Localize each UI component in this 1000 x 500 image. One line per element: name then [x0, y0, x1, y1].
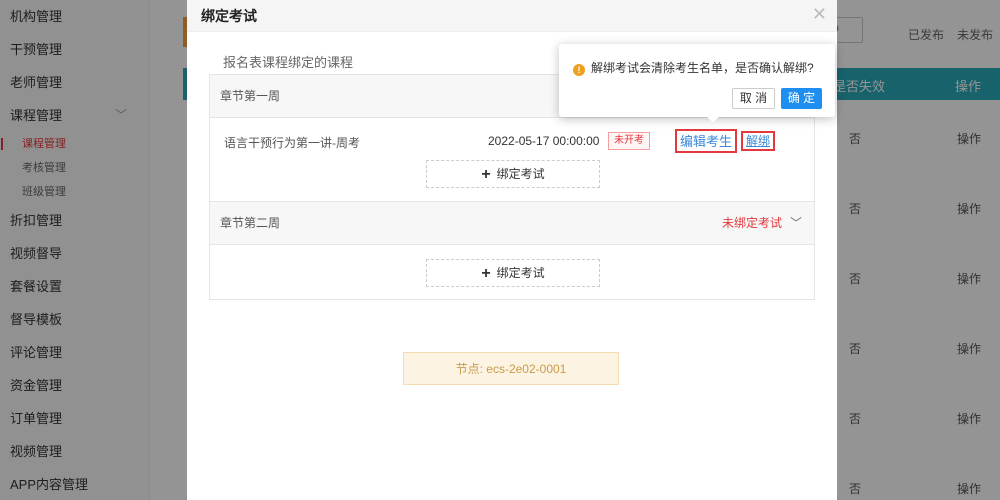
chapter-name: 章节第二周 — [220, 216, 281, 230]
modal-header: 绑定考试 ✕ — [187, 0, 837, 32]
edit-examinees-link[interactable]: 编辑考生 — [675, 129, 738, 153]
cancel-button[interactable]: 取 消 — [732, 88, 775, 109]
confirm-button[interactable]: 确 定 — [781, 88, 822, 109]
bind-exam-label: 绑定考试 — [496, 266, 545, 280]
popconfirm-message: ! 解绑考试会清除考生名单，是否确认解绑? — [573, 59, 814, 76]
chevron-down-icon[interactable]: ﹀ — [790, 202, 802, 245]
unbound-status: 未绑定考试 — [721, 216, 782, 230]
bind-exam-button[interactable]: + 绑定考试 — [426, 160, 600, 188]
node-info: 节点: ecs-2e02-0001 — [403, 352, 619, 385]
close-icon[interactable]: ✕ — [812, 2, 827, 26]
bind-exam-button[interactable]: + 绑定考试 — [426, 259, 600, 287]
unbind-popconfirm: ! 解绑考试会清除考生名单，是否确认解绑? 取 消 确 定 — [559, 44, 835, 123]
warning-icon: ! — [573, 64, 585, 76]
section-title: 报名表课程绑定的课程 — [223, 55, 354, 70]
popconfirm-text: 解绑考试会清除考生名单，是否确认解绑? — [591, 61, 814, 75]
chapter-name: 章节第一周 — [220, 89, 281, 103]
lesson-name: 语言干预行为第一讲-周考 — [224, 136, 360, 150]
plus-icon: + — [481, 166, 491, 183]
unbind-link[interactable]: 解绑 — [741, 131, 776, 151]
status-badge: 未开考 — [608, 132, 650, 150]
bind-exam-label: 绑定考试 — [496, 167, 545, 181]
plus-icon: + — [481, 265, 491, 282]
chapter-body: 语言干预行为第一讲-周考 2022-05-17 00:00:00 未开考 编辑考… — [210, 118, 814, 202]
lesson-time: 2022-05-17 00:00:00 — [488, 134, 600, 148]
modal-title: 绑定考试 — [201, 8, 257, 24]
chapter-body: + 绑定考试 — [210, 245, 814, 301]
chapter-header[interactable]: 章节第二周 未绑定考试 ﹀ — [210, 202, 814, 245]
